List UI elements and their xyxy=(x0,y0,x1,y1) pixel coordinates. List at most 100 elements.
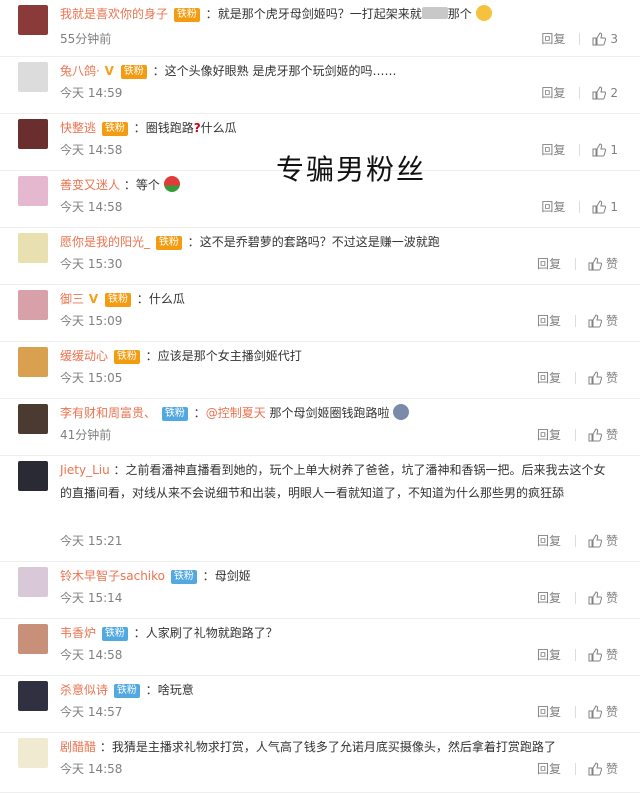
iron-fan-badge: 铁粉 xyxy=(101,122,128,136)
like-count: 2 xyxy=(610,85,618,100)
reply-button[interactable]: 回复 xyxy=(537,760,561,777)
avatar[interactable] xyxy=(18,62,48,92)
comment-actions: 回复 赞 xyxy=(537,426,618,443)
avatar[interactable] xyxy=(18,461,48,491)
thumbs-up-icon xyxy=(592,85,607,99)
like-button[interactable]: 赞 xyxy=(588,255,618,272)
comment-actions: 回复 赞 xyxy=(537,589,618,606)
reply-button[interactable]: 回复 xyxy=(537,589,561,606)
comment-list: 我就是喜欢你的身子 铁粉 ：就是那个虎牙母剑姬吗？一打起架来就 那个 55分钟前 … xyxy=(0,0,640,793)
iron-fan-badge: 铁粉 xyxy=(113,350,140,364)
action-divider xyxy=(579,32,581,45)
comment-item: 铃木早智子sachiko 铁粉 ：母剑姬 今天 15:14 回复 赞 xyxy=(0,562,640,619)
username[interactable]: 愿你是我的阳光_ xyxy=(60,235,150,249)
username[interactable]: 我就是喜欢你的身子 xyxy=(60,7,168,21)
comment-actions: 回复 赞 xyxy=(537,532,618,549)
like-button[interactable]: 赞 xyxy=(588,369,618,386)
like-button[interactable]: 赞 xyxy=(588,760,618,777)
comment-actions: 回复 赞 xyxy=(537,369,618,386)
thumbs-up-icon xyxy=(588,647,602,661)
comment-actions: 回复 赞 xyxy=(537,646,618,663)
avatar[interactable] xyxy=(18,404,48,434)
avatar[interactable] xyxy=(18,119,48,149)
avatar[interactable] xyxy=(18,738,48,768)
reply-button[interactable]: 回复 xyxy=(537,646,561,663)
reply-button[interactable]: 回复 xyxy=(537,255,561,272)
timestamp: 今天 14:57 xyxy=(60,705,123,719)
avatar[interactable] xyxy=(18,347,48,377)
thumbs-up-icon xyxy=(588,590,602,604)
username[interactable]: 李有财和周富贵、 xyxy=(60,406,156,420)
reply-button[interactable]: 回复 xyxy=(537,703,561,720)
timestamp: 今天 14:58 xyxy=(60,143,123,157)
reply-button[interactable]: 回复 xyxy=(541,84,565,101)
like-button[interactable]: 赞 xyxy=(588,312,618,329)
comment-item: Jiety_Liu ：之前看潘神直播看到她的，玩个上单大树养了爸爸，坑了潘神和香… xyxy=(0,456,640,562)
like-button[interactable]: 1 xyxy=(592,143,618,157)
comment-item: 杀意似诗 铁粉 ：啥玩意 今天 14:57 回复 赞 xyxy=(0,676,640,733)
like-button[interactable]: 3 xyxy=(592,32,618,46)
avatar[interactable] xyxy=(18,233,48,263)
iron-fan-badge: 铁粉 xyxy=(173,8,200,22)
like-button[interactable]: 1 xyxy=(592,200,618,214)
reply-button[interactable]: 回复 xyxy=(537,532,561,549)
fan-badge: 铁粉 xyxy=(161,407,188,421)
fan-badge: 铁粉 xyxy=(101,627,128,641)
comment-actions: 回复 赞 xyxy=(537,760,618,777)
like-button[interactable]: 赞 xyxy=(588,703,618,720)
username[interactable]: 快整逃 xyxy=(60,121,96,135)
reply-button[interactable]: 回复 xyxy=(541,198,565,215)
reply-button[interactable]: 回复 xyxy=(537,426,561,443)
thumbs-up-icon xyxy=(588,313,602,327)
comment-item: 剧醋醋 ：我猜是主播求礼物求打赏，人气高了钱多了允诺月底买摄像头，然后拿着打赏跑… xyxy=(0,733,640,793)
like-label: 赞 xyxy=(605,428,618,442)
username[interactable]: 韦香炉 xyxy=(60,626,96,640)
timestamp: 今天 14:58 xyxy=(60,762,123,776)
question-mark-icon: ? xyxy=(193,121,201,135)
avatar[interactable] xyxy=(18,681,48,711)
like-button[interactable]: 赞 xyxy=(588,589,618,606)
avatar[interactable] xyxy=(18,176,48,206)
thumbs-up-icon xyxy=(588,761,602,775)
reply-button[interactable]: 回复 xyxy=(541,141,565,158)
like-button[interactable]: 赞 xyxy=(588,646,618,663)
mention-link[interactable]: @控制夏天 xyxy=(206,406,266,420)
thumbs-up-icon xyxy=(592,199,607,213)
action-divider xyxy=(574,534,576,547)
thumbs-up-icon xyxy=(588,533,602,547)
action-divider xyxy=(574,591,576,604)
action-divider xyxy=(574,762,576,775)
username[interactable]: 缓缓动心 xyxy=(60,349,108,363)
fan-badge: 铁粉 xyxy=(113,684,140,698)
comment-text: 圈钱跑路 xyxy=(145,121,194,135)
avatar[interactable] xyxy=(18,624,48,654)
username[interactable]: 杀意似诗 xyxy=(60,683,108,697)
reply-button[interactable]: 回复 xyxy=(541,30,565,47)
username[interactable]: 善变又迷人 xyxy=(60,178,120,192)
username[interactable]: 剧醋醋 xyxy=(60,740,96,754)
username[interactable]: Jiety_Liu xyxy=(60,463,110,477)
timestamp: 今天 14:58 xyxy=(60,648,123,662)
avatar[interactable] xyxy=(18,5,48,35)
like-button[interactable]: 赞 xyxy=(588,426,618,443)
username[interactable]: 兔八鸽· xyxy=(60,64,100,78)
comment-text: 我猜是主播求礼物求打赏，人气高了钱多了允诺月底买摄像头，然后拿着打赏跑路了 xyxy=(111,740,556,754)
reply-button[interactable]: 回复 xyxy=(537,369,561,386)
grin-emoji-icon xyxy=(475,5,492,21)
iron-fan-badge: 铁粉 xyxy=(104,293,131,307)
timestamp: 今天 15:14 xyxy=(60,591,123,605)
username[interactable]: 铃木早智子sachiko xyxy=(60,569,165,583)
like-label: 赞 xyxy=(605,371,618,385)
avatar[interactable] xyxy=(18,290,48,320)
avatar[interactable] xyxy=(18,567,48,597)
like-button[interactable]: 2 xyxy=(592,86,618,100)
reply-button[interactable]: 回复 xyxy=(537,312,561,329)
comment-text: 这个头像好眼熟 是虎牙那个玩剑姬的吗…… xyxy=(164,64,397,78)
action-divider xyxy=(574,257,576,270)
fan-badge: 铁粉 xyxy=(170,570,197,584)
like-count: 3 xyxy=(610,31,618,46)
like-label: 赞 xyxy=(605,591,618,605)
username[interactable]: 御三 xyxy=(60,292,84,306)
timestamp: 今天 15:21 xyxy=(60,534,123,548)
like-button[interactable]: 赞 xyxy=(588,532,618,549)
